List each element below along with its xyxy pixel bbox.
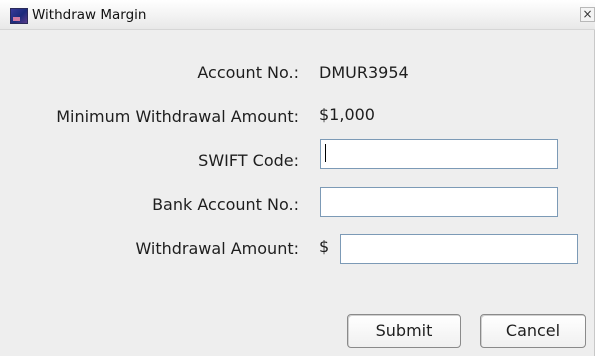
withdrawal-amount-input[interactable] (340, 234, 578, 264)
bank-account-no-label: Bank Account No.: (152, 195, 299, 214)
account-no-label: Account No.: (197, 63, 299, 82)
window-title: Withdraw Margin (32, 7, 147, 23)
withdraw-margin-dialog: Withdraw Margin × Account No.: DMUR3954 … (0, 0, 595, 356)
swift-code-label: SWIFT Code: (198, 151, 299, 170)
bank-account-no-input[interactable] (320, 187, 558, 217)
currency-symbol: $ (319, 237, 330, 256)
account-no-value: DMUR3954 (319, 63, 409, 82)
cancel-button[interactable]: Cancel (480, 314, 586, 348)
minimum-withdrawal-label: Minimum Withdrawal Amount: (56, 107, 299, 126)
close-icon[interactable]: × (580, 7, 595, 22)
minimum-withdrawal-value: $1,000 (319, 105, 375, 124)
submit-button[interactable]: Submit (347, 314, 461, 348)
title-bar[interactable]: Withdraw Margin × (0, 0, 595, 30)
withdrawal-amount-label: Withdrawal Amount: (135, 239, 299, 258)
app-icon (10, 8, 28, 24)
text-caret (320, 139, 558, 169)
